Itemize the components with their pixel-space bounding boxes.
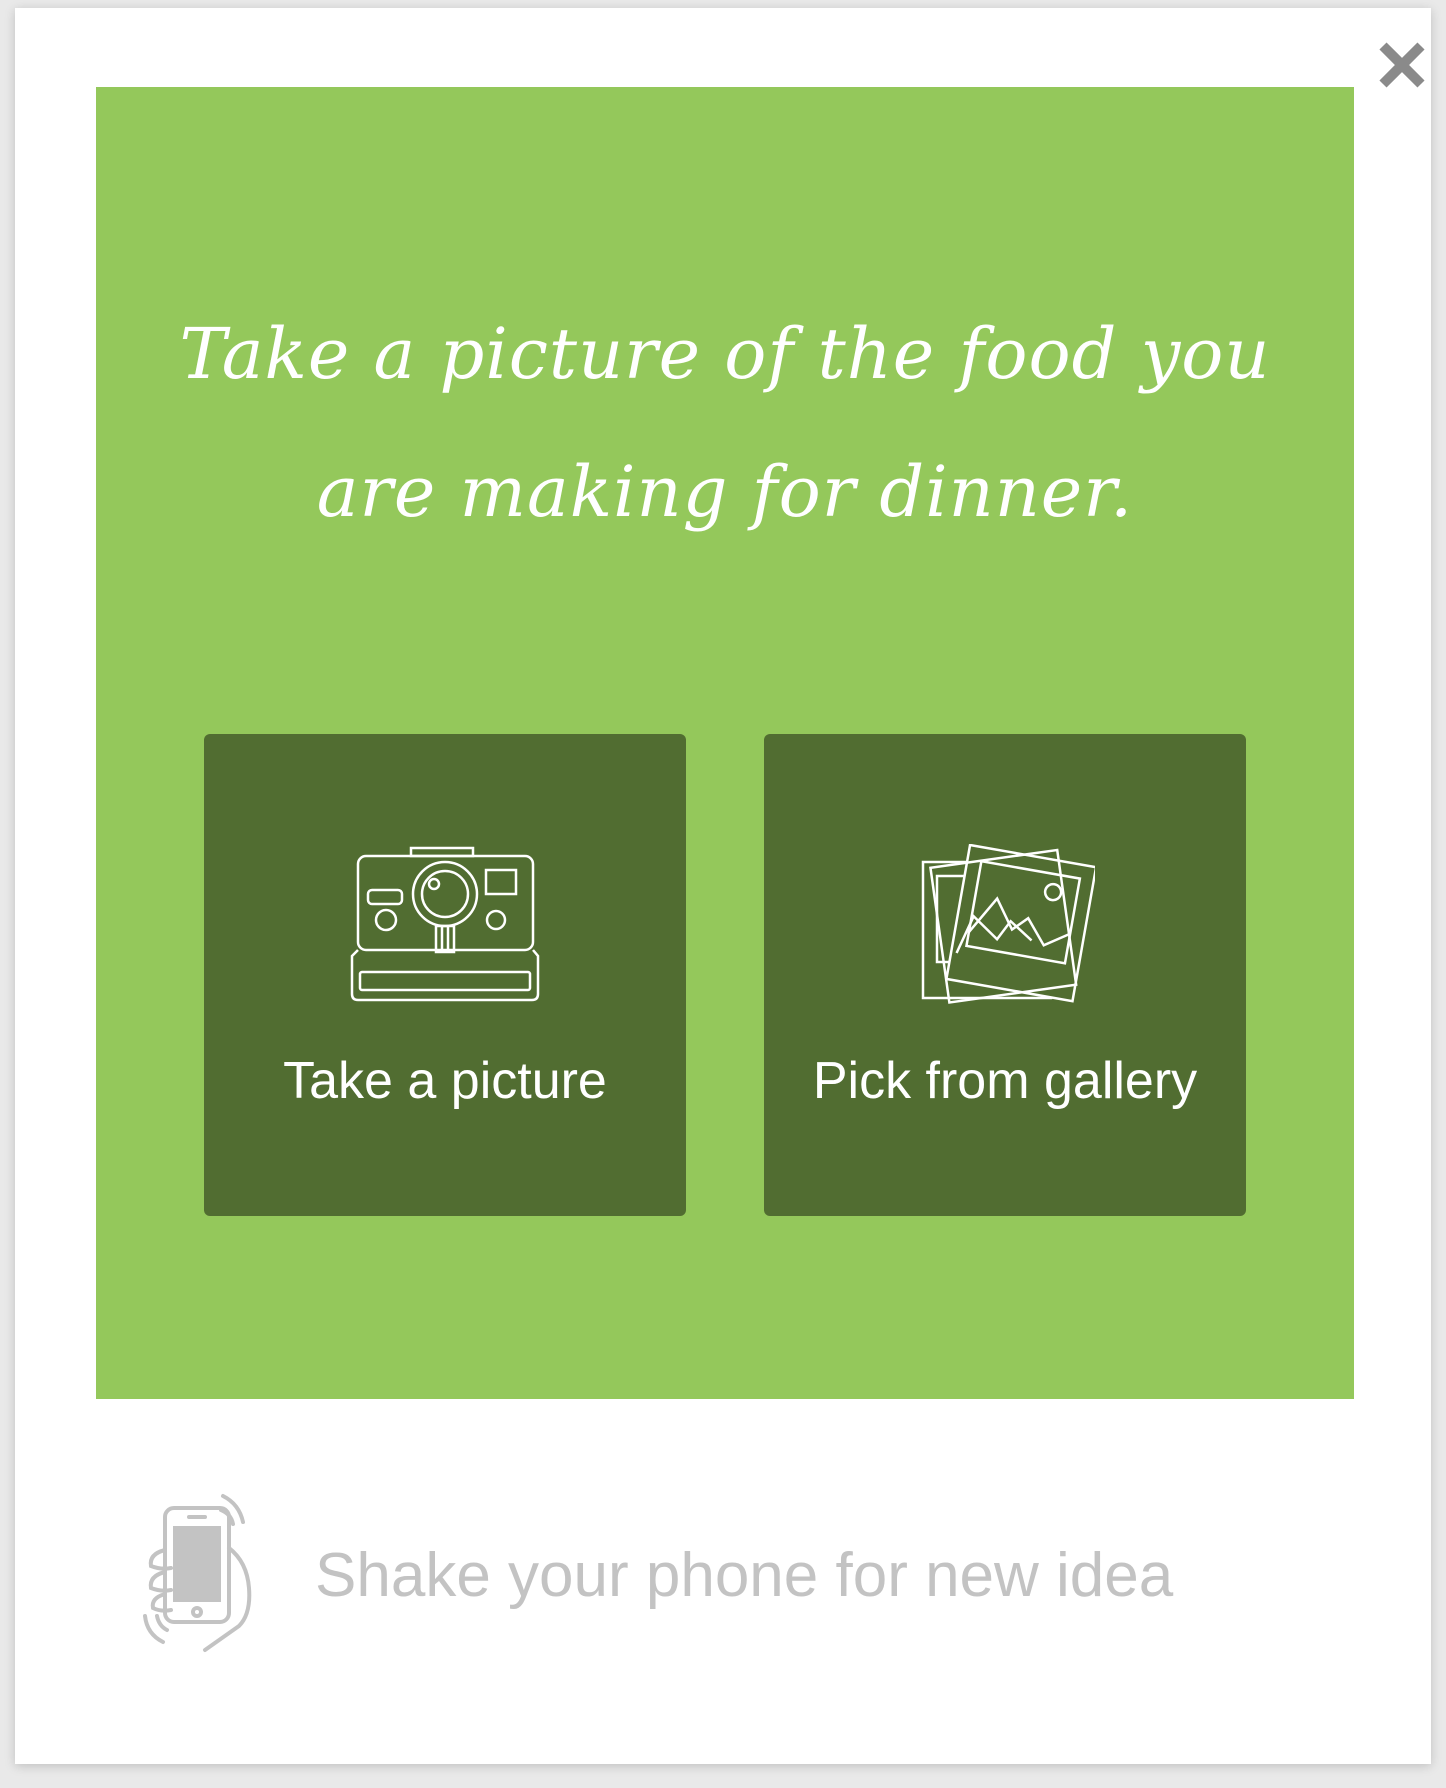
prompt-panel: Take a picture of the food you are makin… (96, 87, 1354, 1399)
idea-card: Take a picture of the food you are makin… (15, 8, 1431, 1764)
pick-from-gallery-label: Pick from gallery (812, 1052, 1198, 1110)
prompt-text: Take a picture of the food you are makin… (179, 313, 1271, 533)
close-button[interactable] (1375, 38, 1429, 92)
shake-phone-icon (135, 1488, 265, 1658)
shake-hint: Shake your phone for new idea (135, 1488, 1335, 1658)
shake-hint-text: Shake your phone for new idea (315, 1541, 1174, 1610)
photo-gallery-icon (764, 844, 1246, 1014)
instant-camera-icon (204, 844, 686, 1004)
take-picture-label: Take a picture (283, 1052, 607, 1110)
take-picture-button[interactable]: Take a picture (204, 734, 686, 1216)
pick-from-gallery-button[interactable]: Pick from gallery (764, 734, 1246, 1216)
close-icon (1379, 42, 1425, 88)
